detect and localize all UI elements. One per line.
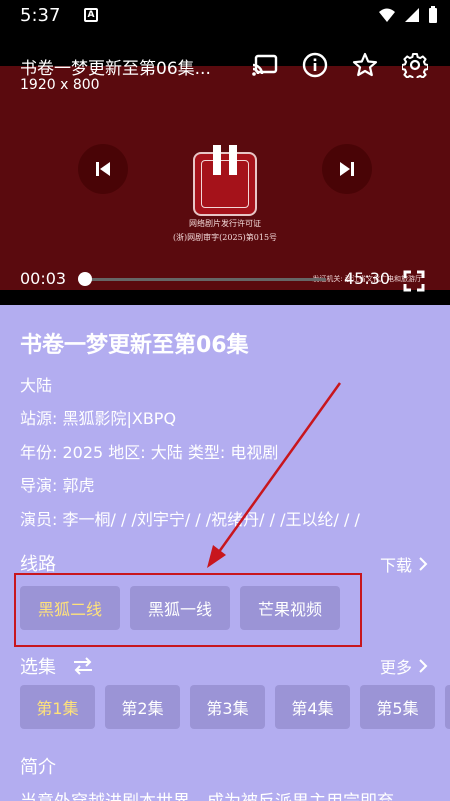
intro-label: 简介 bbox=[20, 757, 56, 778]
episode-chip-0[interactable]: 第1集 bbox=[20, 685, 95, 729]
fullscreen-button[interactable] bbox=[403, 270, 425, 296]
cast-icon bbox=[252, 54, 278, 76]
detail-panel: 书卷一梦更新至第06集 大陆 站源: 黑狐影院|XBPQ 年份: 2025 地区… bbox=[0, 305, 450, 801]
episode-chip-1[interactable]: 第2集 bbox=[105, 685, 180, 729]
total-time: 45:30 bbox=[344, 269, 391, 288]
intro-text: 当意外穿越进剧本世界，成为被反派男主用完即弃 bbox=[20, 787, 450, 801]
signal-icon bbox=[405, 8, 419, 22]
episode-chip-overflow[interactable] bbox=[445, 685, 450, 729]
status-time: 5:37 bbox=[20, 5, 61, 26]
meta-line: 年份: 2025 地区: 大陆 类型: 电视剧 bbox=[20, 443, 279, 462]
fullscreen-icon bbox=[403, 270, 425, 292]
episode-chip-4[interactable]: 第5集 bbox=[360, 685, 435, 729]
license-line-1: 网络剧片发行许可证 bbox=[189, 219, 261, 228]
skip-next-icon bbox=[340, 162, 354, 176]
more-episodes-link[interactable]: 更多 bbox=[380, 654, 428, 678]
info-icon bbox=[302, 52, 328, 78]
pause-button[interactable] bbox=[200, 135, 250, 185]
region-line: 大陆 bbox=[20, 376, 53, 395]
download-label: 下载 bbox=[379, 556, 412, 575]
system-icons bbox=[378, 6, 438, 24]
battery-icon bbox=[429, 6, 437, 23]
show-title: 书卷一梦更新至第06集 bbox=[20, 333, 249, 358]
episode-chip-2[interactable]: 第3集 bbox=[190, 685, 265, 729]
swap-sort-icon[interactable] bbox=[72, 657, 94, 675]
skip-previous-icon bbox=[96, 162, 110, 176]
favorite-button[interactable] bbox=[350, 50, 380, 80]
cast-button[interactable] bbox=[250, 50, 280, 80]
episode-chip-3[interactable]: 第4集 bbox=[275, 685, 350, 729]
actors-line: 演员: 李一桐/ / /刘宇宁/ / /祝绪丹/ / /王以纶/ / / bbox=[20, 510, 360, 529]
info-button[interactable] bbox=[300, 50, 330, 80]
annotation-highlight-box bbox=[14, 573, 362, 647]
notification-icon: A bbox=[84, 8, 98, 22]
settings-button[interactable] bbox=[400, 50, 430, 80]
director-line: 导演: 郭虎 bbox=[20, 476, 95, 495]
status-bar: 5:37 A bbox=[0, 0, 450, 32]
chevron-right-icon bbox=[419, 659, 428, 673]
seek-bar[interactable] bbox=[82, 278, 326, 281]
player-resolution: 1920 x 800 bbox=[20, 77, 100, 93]
download-link[interactable]: 下载 bbox=[380, 552, 428, 576]
current-time: 00:03 bbox=[20, 269, 67, 288]
wifi-icon bbox=[379, 8, 395, 22]
player-top-actions bbox=[250, 50, 430, 80]
more-label: 更多 bbox=[379, 658, 412, 677]
license-line-2: (浙)网剧审字(2025)第015号 bbox=[172, 233, 278, 242]
chevron-right-icon bbox=[419, 557, 428, 571]
previous-button[interactable] bbox=[78, 144, 128, 194]
source-line: 站源: 黑狐影院|XBPQ bbox=[20, 409, 177, 428]
gear-icon bbox=[402, 53, 428, 78]
star-icon bbox=[352, 52, 378, 77]
player-title: 书卷一梦更新至第06集... bbox=[20, 59, 211, 79]
pause-icon bbox=[213, 145, 237, 175]
episodes-label: 选集 bbox=[20, 653, 94, 679]
seek-thumb[interactable] bbox=[78, 272, 92, 286]
next-button[interactable] bbox=[322, 144, 372, 194]
video-player[interactable]: 网络剧片发行许可证 (浙)网剧审字(2025)第015号 发证机关: 浙江省文化… bbox=[0, 32, 450, 305]
